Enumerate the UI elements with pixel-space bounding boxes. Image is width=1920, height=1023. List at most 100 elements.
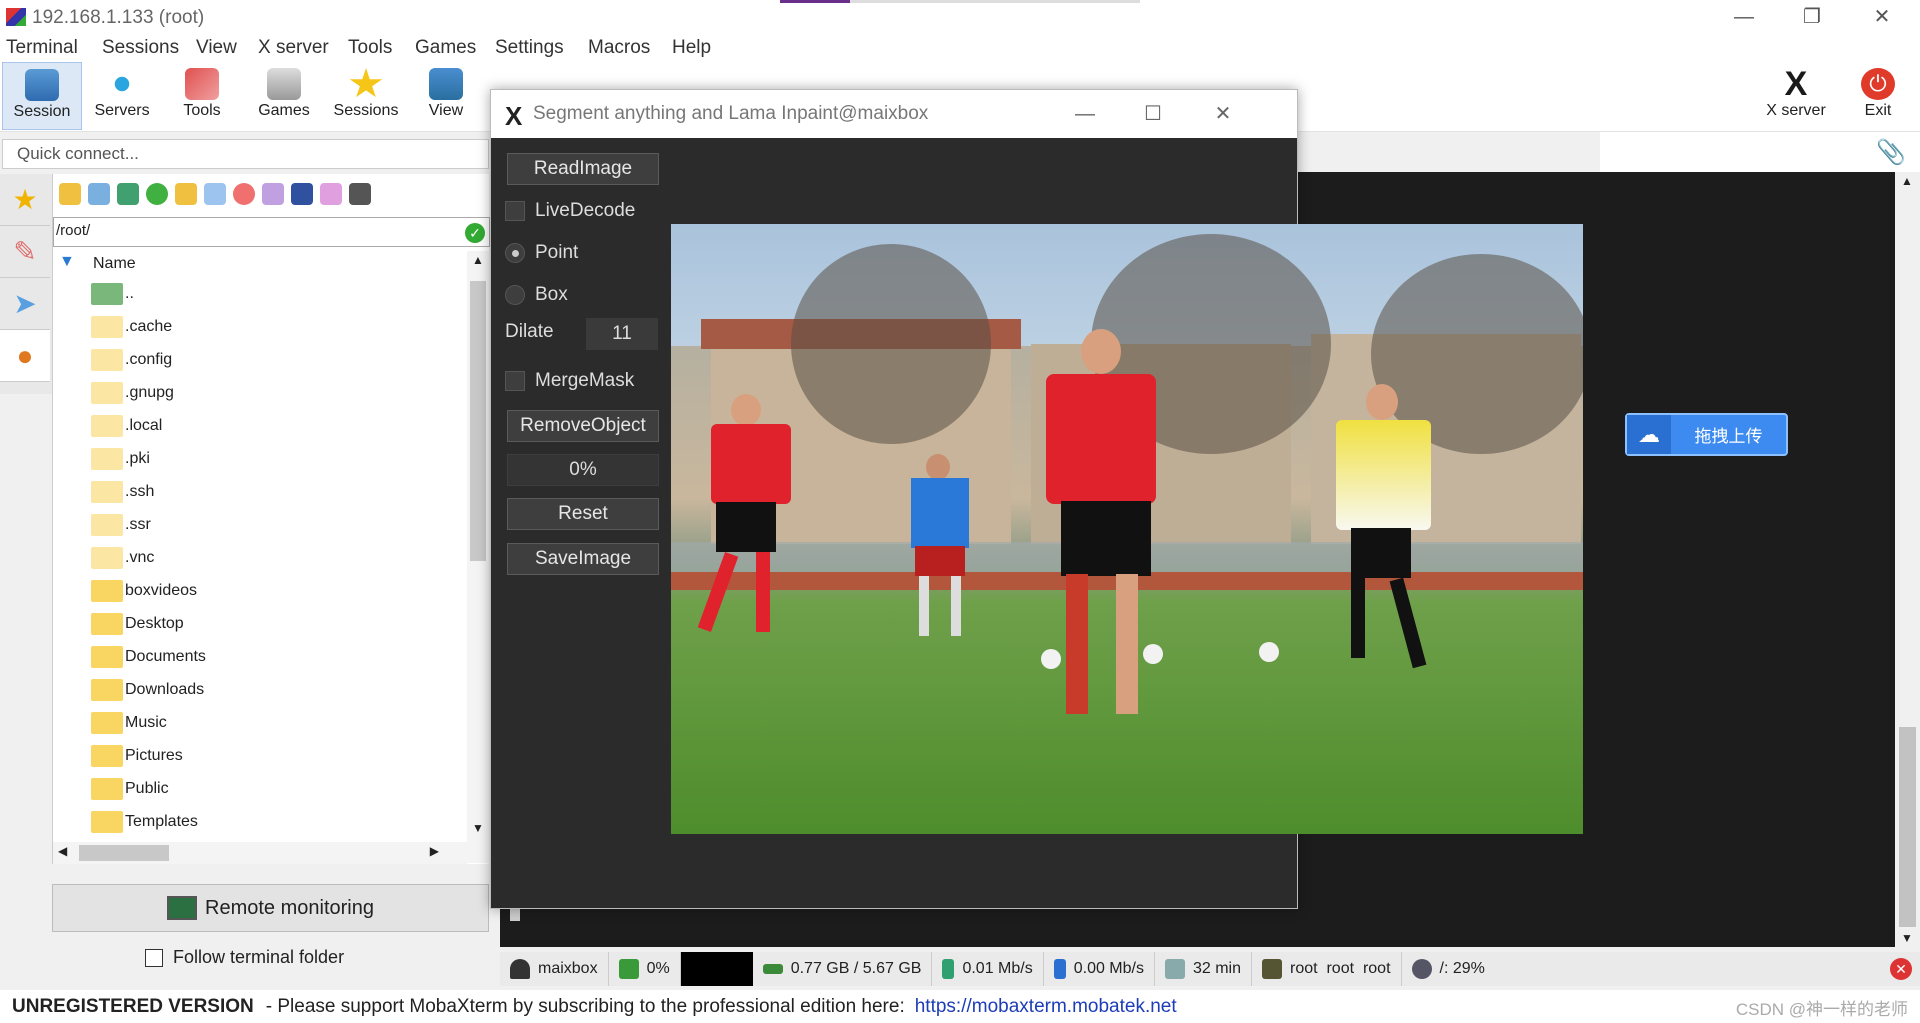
scroll-left-icon[interactable]: ◀ [58,844,67,858]
rename-icon[interactable] [262,183,284,205]
exit-button[interactable]: ⏻ Exit [1838,62,1918,130]
file-row[interactable]: Templates [53,805,467,838]
sidebar-tab-sftp[interactable]: ● [0,330,50,382]
parent-folder-icon[interactable] [59,183,81,205]
point-radio[interactable]: Point [505,242,578,264]
checkbox-box[interactable] [505,201,525,221]
refresh-icon[interactable] [146,183,168,205]
file-row[interactable]: .pki [53,442,467,475]
menu-settings[interactable]: Settings [495,37,564,59]
file-row[interactable]: .. [53,277,467,310]
servers-button[interactable]: Servers [82,62,162,130]
file-row[interactable]: Documents [53,640,467,673]
menu-terminal[interactable]: Terminal [6,37,78,59]
file-row[interactable]: Public [53,772,467,805]
menu-tools[interactable]: Tools [348,37,392,59]
x-window: X Segment anything and Lama Inpaint@maix… [490,89,1583,909]
sessions-button[interactable]: Sessions [326,62,406,130]
terminal-cursor [510,907,520,921]
x-server-button[interactable]: X X server [1756,62,1836,130]
x-server-icon: X [1784,65,1808,103]
menu-view[interactable]: View [196,37,237,59]
merge-mask-checkbox[interactable]: MergeMask [505,370,634,392]
menu-games[interactable]: Games [415,37,476,59]
scroll-up-icon[interactable]: ▲ [472,253,484,267]
file-row[interactable]: .local [53,409,467,442]
paperclip-icon[interactable]: 📎 [1876,138,1906,167]
file-row[interactable]: .ssh [53,475,467,508]
scroll-up-icon[interactable]: ▲ [1901,174,1913,188]
file-row[interactable]: .ssr [53,508,467,541]
radio-unselected[interactable] [505,285,525,305]
remove-object-button[interactable]: RemoveObject [507,410,659,442]
file-row[interactable]: Music [53,706,467,739]
sidebar-tab-tools[interactable]: ✎ [0,226,50,278]
soccer-photo-canvas[interactable] [671,224,1583,834]
menu-macros[interactable]: Macros [588,37,650,59]
scroll-down-icon[interactable]: ▼ [1901,931,1913,945]
gamepad-icon [267,68,301,100]
close-session-icon[interactable]: ✕ [1890,958,1912,980]
file-row[interactable]: Downloads [53,673,467,706]
tools-button[interactable]: Tools [162,62,242,130]
file-name: .cache [125,317,173,335]
read-image-button[interactable]: ReadImage [507,153,659,185]
monitor-icon [167,896,198,920]
restore-button[interactable]: ❐ [1782,2,1842,32]
name-column-header[interactable]: ▼ Name [53,251,467,277]
reset-button[interactable]: Reset [507,498,659,530]
box-radio[interactable]: Box [505,284,568,306]
sidebar-tab-macros[interactable]: ➤ [0,278,50,330]
permissions-icon[interactable] [291,183,313,205]
follow-checkbox[interactable] [145,948,163,967]
view-button[interactable]: View [406,62,486,130]
download-icon[interactable] [88,183,110,205]
terminal-scrollbar[interactable]: ▲ ▼ [1895,172,1920,947]
x-close-button[interactable]: ✕ [1193,100,1253,128]
file-row[interactable]: .vnc [53,541,467,574]
drag-upload-button[interactable]: ☁ 拖拽上传 [1625,413,1788,456]
follow-terminal-folder[interactable]: Follow terminal folder [145,947,344,968]
minimize-button[interactable]: — [1714,2,1774,32]
file-row[interactable]: boxvideos [53,574,467,607]
file-row[interactable]: .config [53,343,467,376]
checkbox-box[interactable] [505,371,525,391]
close-button[interactable]: ✕ [1852,2,1912,32]
terminal-scroll-thumb[interactable] [1899,727,1916,927]
dilate-input[interactable]: 11 [586,318,658,350]
mobaxterm-link[interactable]: https://mobaxterm.mobatek.net [915,996,1177,1018]
terminal-icon[interactable] [349,183,371,205]
scroll-down-icon[interactable]: ▼ [472,821,484,835]
h-scrollbar-thumb[interactable] [79,845,169,861]
terminal-tab-strip: 📎 [1600,132,1920,172]
new-folder-icon[interactable] [175,183,197,205]
menu-help[interactable]: Help [672,37,711,59]
menu-x-server[interactable]: X server [258,37,329,59]
x-minimize-button[interactable]: — [1055,100,1115,128]
new-file-icon[interactable] [204,183,226,205]
sidebar-tab-sessions[interactable]: ★ [0,174,50,226]
file-row[interactable]: .gnupg [53,376,467,409]
menu-sessions[interactable]: Sessions [102,37,179,59]
horizontal-scrollbar[interactable]: ◀ ▶ [53,842,467,864]
file-row[interactable]: .cache [53,310,467,343]
upload-icon[interactable] [117,183,139,205]
file-list-scrollbar[interactable]: ▲ ▼ [467,251,489,863]
save-image-button[interactable]: SaveImage [507,543,659,575]
path-field[interactable]: /root/ ✓ [53,217,490,247]
scrollbar-thumb[interactable] [470,281,486,561]
quick-connect-input[interactable]: Quick connect... [2,139,489,169]
games-button[interactable]: Games [244,62,324,130]
magic-wand-icon[interactable] [320,183,342,205]
live-decode-checkbox[interactable]: LiveDecode [505,200,635,222]
scroll-right-icon[interactable]: ▶ [430,844,439,858]
remote-monitoring-button[interactable]: Remote monitoring [52,884,489,932]
radio-selected[interactable] [505,243,525,263]
delete-icon[interactable] [233,183,255,205]
file-row[interactable]: Desktop [53,607,467,640]
file-row[interactable]: Pictures [53,739,467,772]
ball [1259,642,1279,662]
check-icon[interactable]: ✓ [465,223,485,243]
x-maximize-button[interactable]: ☐ [1123,100,1183,128]
session-button[interactable]: Session [2,62,82,130]
